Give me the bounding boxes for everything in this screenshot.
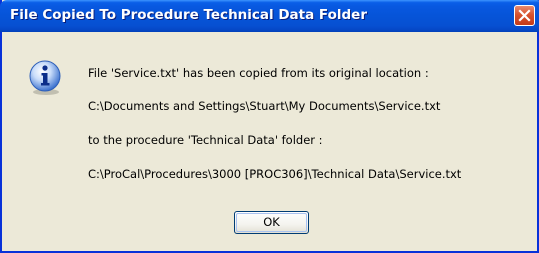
- message-line: C:\Documents and Settings\Stuart\My Docu…: [88, 99, 441, 113]
- close-icon: [518, 9, 531, 22]
- message-line: File 'Service.txt' has been copied from …: [88, 66, 429, 80]
- dialog-window: File Copied To Procedure Technical Data …: [0, 0, 539, 253]
- window-title: File Copied To Procedure Technical Data …: [10, 7, 367, 23]
- close-button[interactable]: [514, 5, 535, 26]
- info-icon: [29, 60, 61, 95]
- ok-button[interactable]: OK: [234, 211, 309, 234]
- title-bar[interactable]: File Copied To Procedure Technical Data …: [0, 0, 539, 32]
- message-line: to the procedure 'Technical Data' folder…: [88, 133, 323, 147]
- message-line: C:\ProCal\Procedures\3000 [PROC306]\Tech…: [88, 167, 462, 181]
